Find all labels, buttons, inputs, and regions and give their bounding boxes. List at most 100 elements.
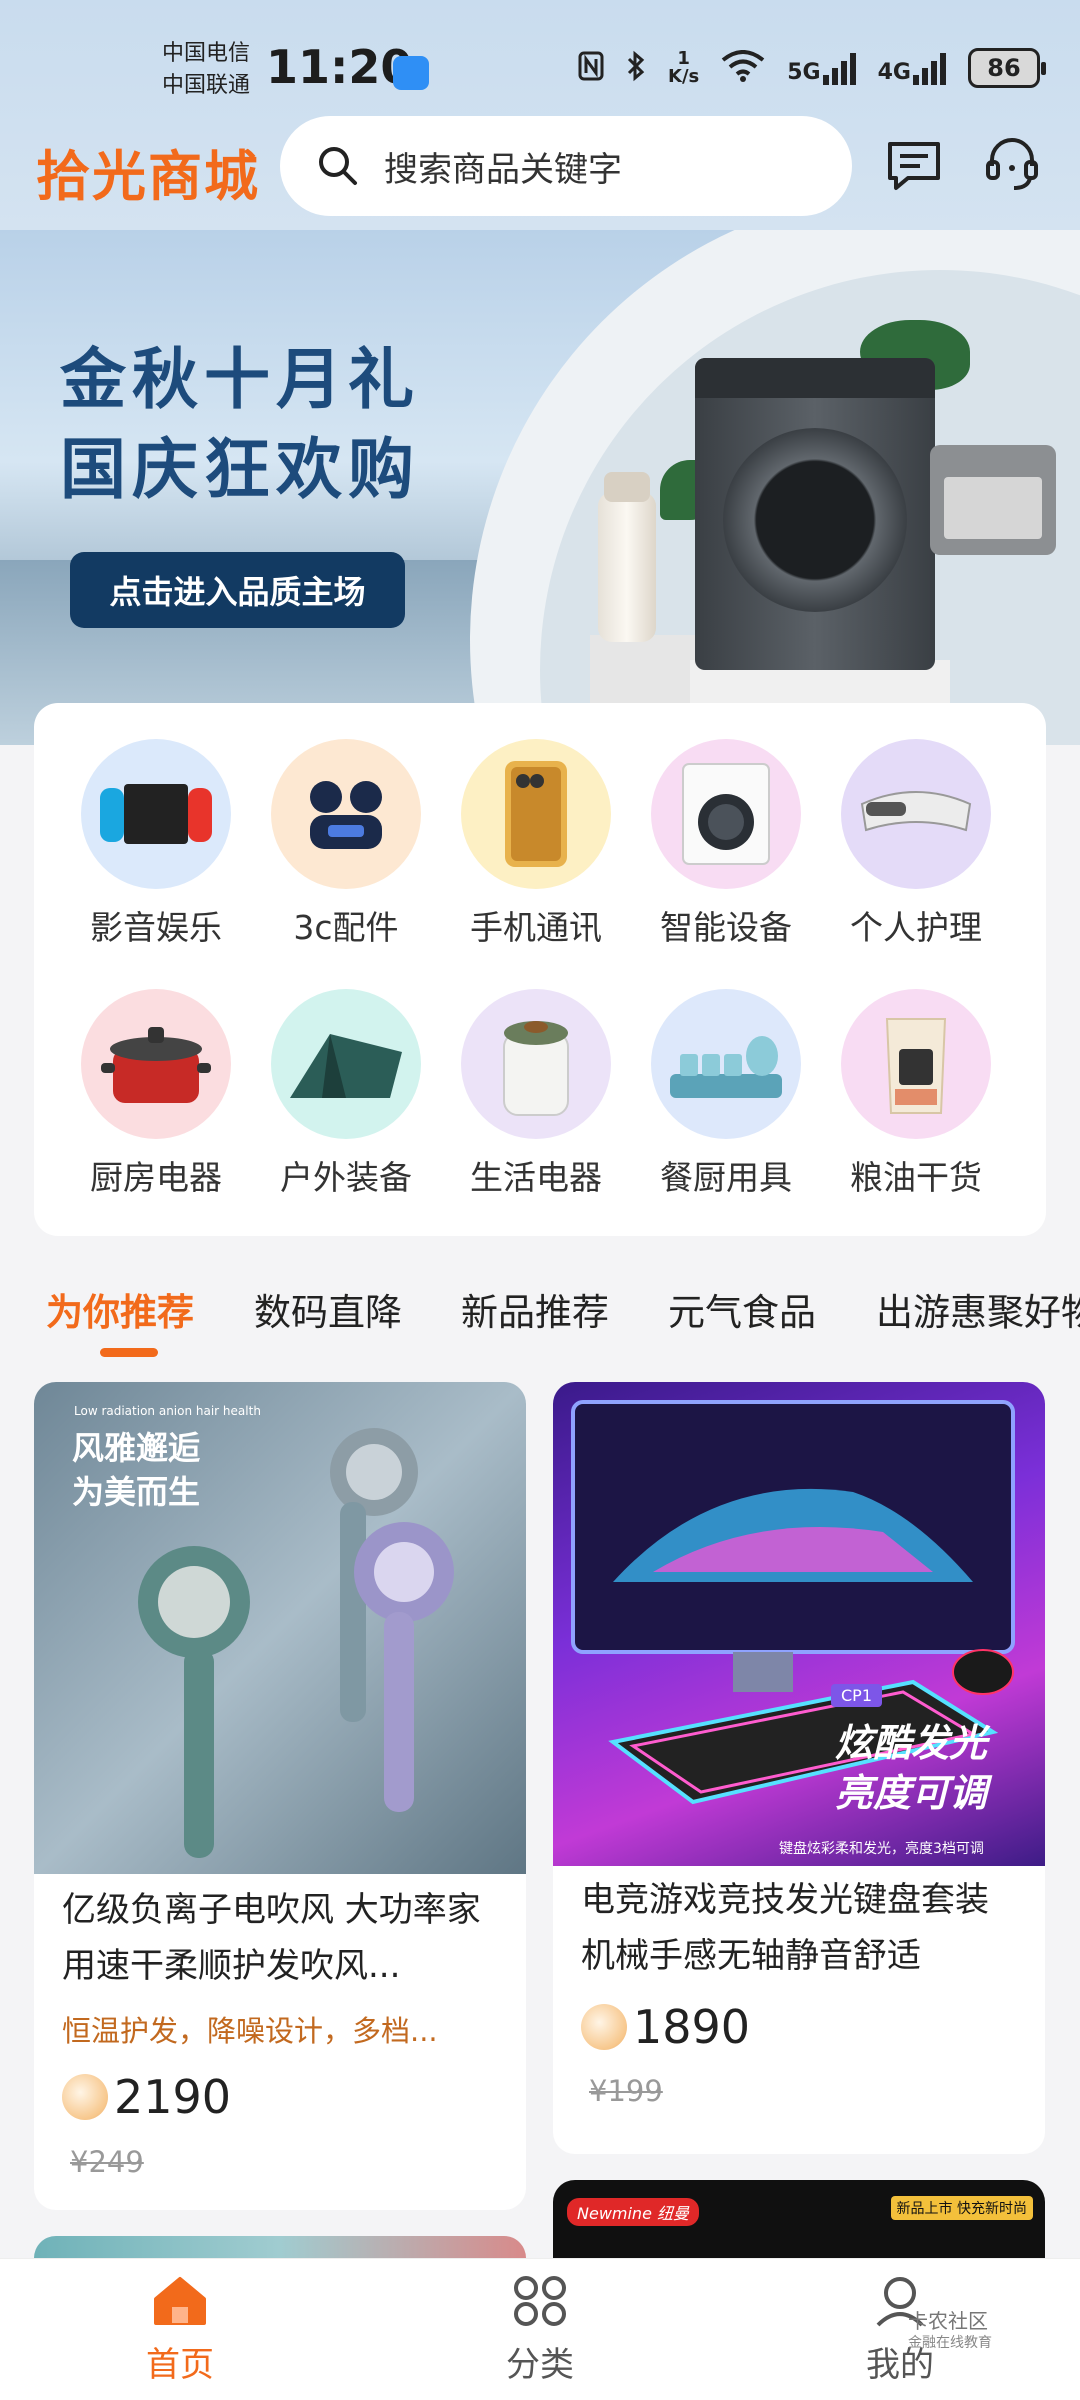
product-subtitle: 恒温护发，降噪设计，多档... — [62, 2014, 438, 2048]
watermark-line2: 金融在线教育 — [908, 2335, 992, 2351]
message-button[interactable] — [884, 134, 944, 194]
recommend-tabs: 为你推荐 数码直降 新品推荐 元气食品 出游惠聚好物 — [0, 1282, 1080, 1362]
game-console-icon — [81, 739, 231, 889]
category-label: 户外装备 — [280, 1158, 412, 1197]
product-card[interactable]: Low radiation anion hair health 风雅邂逅 为美而… — [34, 1382, 526, 2210]
category-item[interactable]: 3c配件 — [261, 739, 431, 949]
category-item[interactable]: 户外装备 — [261, 989, 431, 1199]
product-image: CP1 炫酷发光 亮度可调 键盘炫彩柔和发光，亮度3档可调 — [553, 1382, 1045, 1866]
nav-category[interactable]: 分类 — [450, 2275, 630, 2386]
nav-home[interactable]: 首页 — [90, 2275, 270, 2386]
tab-food[interactable]: 元气食品 — [668, 1282, 816, 1336]
phone-icon — [461, 739, 611, 889]
tab-digital[interactable]: 数码直降 — [254, 1282, 402, 1336]
category-label: 生活电器 — [470, 1158, 602, 1197]
product-title: 亿级负离子电吹风 大功率家用速干柔顺护发吹风... — [62, 1890, 481, 1986]
tab-travel[interactable]: 出游惠聚好物 — [876, 1282, 1080, 1336]
signal-5g-label: 5G — [787, 60, 821, 85]
promo-banner[interactable]: 金秋十月礼 国庆狂欢购 点击进入品质主场 — [0, 230, 1080, 745]
message-icon — [888, 142, 940, 190]
hair-dryer-illustration — [138, 1428, 454, 1858]
price-row: 1890 — [581, 2000, 750, 2054]
coin-icon — [581, 2004, 627, 2050]
product-price: 1890 — [633, 2000, 751, 2054]
banner-title: 金秋十月礼 国庆狂欢购 — [60, 335, 420, 515]
product-image-slogan-2: 亮度可调 — [835, 1771, 988, 1815]
watermark: 卡农社区 金融在线教育 — [908, 2310, 992, 2354]
category-item[interactable]: 影音娱乐 — [71, 739, 241, 949]
wifi-icon — [721, 50, 765, 86]
carrier-1: 中国电信 — [162, 41, 251, 66]
carrier-2: 中国联通 — [162, 73, 251, 98]
category-item[interactable]: 餐厨用具 — [641, 989, 811, 1199]
net-speed: 1 K/s — [668, 50, 699, 86]
category-label: 个人护理 — [850, 908, 982, 947]
product-image-slogan-1: 炫酷发光 — [835, 1721, 988, 1765]
product-price: 2190 — [114, 2070, 232, 2124]
category-icon — [514, 2276, 566, 2326]
home-icon — [154, 2277, 206, 2325]
category-label: 智能设备 — [660, 908, 792, 947]
signal-4g-label: 4G — [877, 60, 911, 85]
price-row: 2190 — [62, 2070, 231, 2124]
nfc-icon — [578, 51, 604, 85]
headset-icon — [986, 138, 1038, 190]
washing-machine-icon — [651, 739, 801, 889]
banner-title-line2: 国庆狂欢购 — [60, 431, 420, 508]
product-image-tag: 新品上市 快充新时尚 — [890, 2196, 1033, 2220]
signal-5g: 5G — [787, 51, 856, 85]
banner-enter-button[interactable]: 点击进入品质主场 — [70, 552, 405, 628]
search-row: 拾光商城 搜索商品关键字 — [0, 112, 1080, 218]
pressure-cooker-icon — [81, 989, 231, 1139]
signal-4g: 4G — [878, 51, 946, 85]
category-label: 厨房电器 — [90, 1158, 222, 1197]
category-item[interactable]: 生活电器 — [451, 989, 621, 1199]
category-item[interactable]: 智能设备 — [641, 739, 811, 949]
banner-title-line1: 金秋十月礼 — [60, 341, 420, 418]
category-label: 粮油干货 — [850, 1158, 982, 1197]
product-original-price: ¥249 — [70, 2145, 144, 2179]
product-image-tag: Low radiation anion hair health — [74, 1404, 261, 1418]
net-speed-unit: K/s — [668, 66, 700, 87]
product-image-caption: 键盘炫彩柔和发光，亮度3档可调 — [779, 1841, 984, 1857]
product-image-badge: CP1 — [831, 1684, 882, 1707]
product-original-price: ¥199 — [589, 2074, 663, 2108]
product-image-slogan: 炫酷发光 亮度可调 — [835, 1718, 987, 1818]
oven-image — [930, 445, 1056, 555]
tab-new[interactable]: 新品推荐 — [461, 1282, 609, 1336]
product-title: 电竞游戏竞技发光键盘套装 机械手感无轴静音舒适 — [581, 1880, 989, 1976]
search-input[interactable]: 搜索商品关键字 — [280, 116, 852, 216]
category-label: 3c配件 — [293, 908, 399, 947]
brand-logo: 拾光商城 — [36, 145, 260, 208]
rice-bag-icon — [841, 989, 991, 1139]
category-label: 手机通讯 — [470, 908, 602, 947]
earbuds-icon — [271, 739, 421, 889]
message-notification-icon — [393, 56, 429, 90]
humidifier-icon — [461, 989, 611, 1139]
signal-bars-icon — [913, 51, 946, 85]
battery-indicator: 86 — [968, 48, 1046, 88]
product-card[interactable]: CP1 炫酷发光 亮度可调 键盘炫彩柔和发光，亮度3档可调 电竞游戏竞技发光键盘… — [553, 1382, 1045, 2154]
category-grid: 影音娱乐 3c配件 手机通讯 智能设备 个人护理 厨房电器 户外装备 生活电器 … — [34, 703, 1046, 1236]
category-item[interactable]: 个人护理 — [831, 739, 1001, 949]
category-item[interactable]: 厨房电器 — [71, 989, 241, 1199]
tab-recommend[interactable]: 为你推荐 — [46, 1282, 194, 1336]
category-item[interactable]: 手机通讯 — [451, 739, 621, 949]
customer-service-button[interactable] — [982, 134, 1042, 194]
carrier-names: 中国电信 中国联通 — [162, 38, 250, 102]
status-time: 11:20 — [266, 40, 413, 94]
nav-home-label: 首页 — [146, 2345, 214, 2385]
nav-category-label: 分类 — [506, 2345, 574, 2385]
eye-massager-icon — [841, 739, 991, 889]
search-placeholder: 搜索商品关键字 — [384, 149, 622, 190]
washing-machine-image — [695, 358, 935, 670]
status-bar: 中国电信 中国联通 11:20 1 K/s 5G 4G 86 — [0, 0, 1080, 110]
category-label: 影音娱乐 — [90, 908, 222, 947]
category-label: 餐厨用具 — [660, 1158, 792, 1197]
category-item[interactable]: 粮油干货 — [831, 989, 1001, 1199]
top-area: 中国电信 中国联通 11:20 1 K/s 5G 4G 86 拾光商城 搜索商品… — [0, 0, 1080, 230]
status-indicators: 1 K/s 5G 4G 86 — [578, 48, 1046, 88]
product-image: Low radiation anion hair health 风雅邂逅 为美而… — [34, 1382, 526, 1874]
tea-set-icon — [651, 989, 801, 1139]
search-icon — [319, 147, 357, 185]
